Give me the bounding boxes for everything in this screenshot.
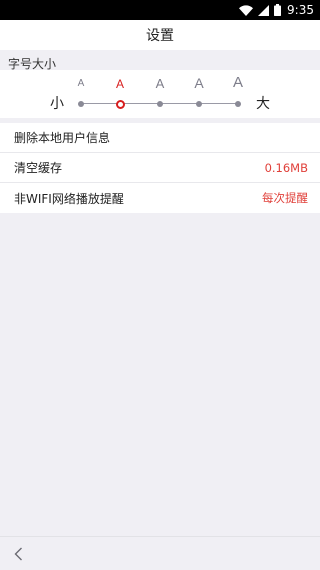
font-size-letter-1[interactable]: A [78,79,85,89]
font-size-option-2-selected[interactable] [115,99,125,109]
status-time: 9:35 [287,3,314,17]
title-bar: 设置 [0,20,320,50]
chevron-left-icon [14,547,22,561]
font-size-letter-4[interactable]: A [194,76,203,90]
bottom-bar [0,536,320,570]
font-size-option-4[interactable] [196,100,202,107]
font-size-letter-2[interactable]: A [116,78,124,90]
font-size-option-3[interactable] [157,100,163,107]
clear-cache-label: 清空缓存 [14,161,63,175]
status-bar: 9:35 [0,0,320,20]
font-size-panel: 小 A A A A A 大 [0,70,320,118]
large-size-label: 大 [256,96,270,112]
delete-user-info-label: 删除本地用户信息 [14,131,111,145]
font-size-letter-5[interactable]: A [233,75,243,90]
cache-size-value: 0.16MB [264,160,308,175]
font-size-option-5[interactable] [235,100,241,107]
non-wifi-reminder-value: 每次提醒 [262,191,308,205]
settings-list: 删除本地用户信息 清空缓存 0.16MB 非WIFI网络播放提醒 每次提醒 [0,123,320,213]
font-size-option-1[interactable] [78,100,84,107]
signal-icon [258,4,270,16]
back-button[interactable] [10,545,28,563]
clear-cache-row[interactable]: 清空缓存 0.16MB [0,153,320,183]
small-size-label: 小 [50,96,64,112]
font-size-letter-3[interactable]: A [156,77,165,90]
page-title: 设置 [146,28,174,44]
battery-icon [274,4,282,16]
wifi-icon [239,4,254,16]
delete-user-info-row[interactable]: 删除本地用户信息 [0,123,320,153]
non-wifi-reminder-label: 非WIFI网络播放提醒 [14,191,124,206]
non-wifi-reminder-row[interactable]: 非WIFI网络播放提醒 每次提醒 [0,183,320,213]
